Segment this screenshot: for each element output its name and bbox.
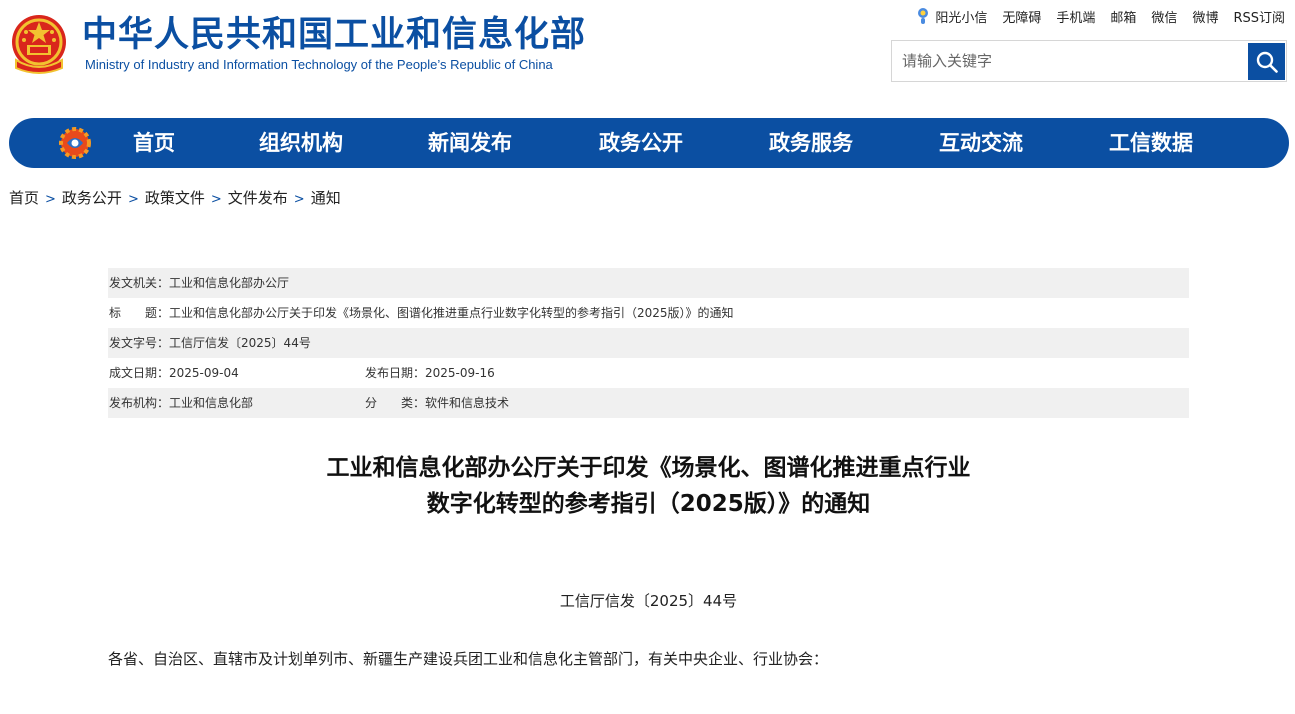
- info-row-doc-number: 发文字号：工信厅信发〔2025〕44号: [108, 328, 1189, 358]
- top-link-mobile[interactable]: 手机端: [1056, 7, 1095, 26]
- top-link-mail[interactable]: 邮箱: [1110, 7, 1136, 26]
- category-label: 分 类：: [365, 396, 426, 410]
- site-title-english: Ministry of Industry and Information Tec…: [85, 57, 553, 72]
- written-date-value: 2025-09-04: [169, 366, 239, 380]
- top-links: 阳光小信 无障碍 手机端 邮箱 微信 微博 RSS订阅: [915, 6, 1285, 26]
- doc-number-label: 发文字号：: [109, 336, 170, 350]
- site-title[interactable]: 中华人民共和国工业和信息化部: [82, 14, 586, 56]
- nav-item-government-services[interactable]: 政务服务: [769, 118, 853, 168]
- written-date-label: 成文日期：: [109, 366, 170, 380]
- national-emblem-icon: [12, 15, 66, 74]
- top-link-sunshine[interactable]: 阳光小信: [915, 6, 987, 26]
- breadcrumb-separator: >: [210, 192, 222, 207]
- breadcrumb-file-release[interactable]: 文件发布: [228, 189, 288, 207]
- article-title-line-1: 工业和信息化部办公厅关于印发《场景化、图谱化推进重点行业: [326, 455, 971, 481]
- search-box: [891, 40, 1287, 82]
- document-info-table: 发文机关：工业和信息化部办公厅 标 题：工业和信息化部办公厅关于印发《场景化、图…: [108, 268, 1189, 418]
- top-link-accessibility[interactable]: 无障碍: [1002, 7, 1041, 26]
- nav-item-organization[interactable]: 组织机构: [259, 118, 343, 168]
- title-value: 工业和信息化部办公厅关于印发《场景化、图谱化推进重点行业数字化转型的参考指引（2…: [169, 306, 734, 320]
- issuer-value: 工业和信息化部办公厅: [169, 276, 290, 290]
- main-nav: 首页 组织机构 新闻发布 政务公开 政务服务 互动交流 工信数据: [9, 118, 1289, 168]
- nav-item-news[interactable]: 新闻发布: [428, 118, 512, 168]
- org-value: 工业和信息化部: [169, 396, 254, 410]
- info-row-issuer: 发文机关：工业和信息化部办公厅: [108, 268, 1189, 298]
- search-input[interactable]: [892, 41, 1244, 81]
- breadcrumb-separator: >: [45, 192, 56, 207]
- mascot-icon: [918, 8, 929, 24]
- breadcrumb-separator: >: [293, 192, 305, 207]
- breadcrumb-notice[interactable]: 通知: [311, 189, 341, 207]
- miit-logo-icon: [59, 127, 91, 159]
- top-link-rss[interactable]: RSS订阅: [1233, 7, 1285, 26]
- article-body-cutoff: [140, 700, 1180, 714]
- title-label: 标 题：: [109, 306, 170, 320]
- article-title-line-2: 数字化转型的参考指引（2025版）》的通知: [426, 491, 871, 517]
- article-doc-number: 工信厅信发〔2025〕44号: [559, 592, 738, 610]
- nav-item-home[interactable]: 首页: [133, 118, 175, 168]
- article-title: 工业和信息化部办公厅关于印发《场景化、图谱化推进重点行业 数字化转型的参考指引（…: [108, 450, 1189, 522]
- published-date-value: 2025-09-16: [425, 366, 495, 380]
- nav-item-government-affairs[interactable]: 政务公开: [599, 118, 683, 168]
- search-icon: [1256, 51, 1278, 73]
- top-link-label: 阳光小信: [935, 10, 988, 26]
- breadcrumb-home[interactable]: 首页: [9, 189, 39, 207]
- article-salutation: 各省、自治区、直辖市及计划单列市、新疆生产建设兵团工业和信息化主管部门，有关中央…: [108, 650, 829, 668]
- breadcrumb-government-affairs[interactable]: 政务公开: [62, 189, 122, 207]
- breadcrumb: 首页 > 政务公开 > 政策文件 > 文件发布 > 通知: [9, 188, 341, 210]
- doc-number-value: 工信厅信发〔2025〕44号: [169, 336, 311, 350]
- nav-item-data[interactable]: 工信数据: [1109, 118, 1193, 168]
- breadcrumb-policy-documents[interactable]: 政策文件: [145, 189, 205, 207]
- breadcrumb-separator: >: [127, 192, 139, 207]
- info-row-dates: 成文日期：2025-09-04 发布日期：2025-09-16: [108, 358, 1189, 388]
- category-value: 软件和信息技术: [425, 396, 510, 410]
- published-date-label: 发布日期：: [365, 366, 426, 380]
- search-button[interactable]: [1248, 43, 1285, 80]
- nav-item-interaction[interactable]: 互动交流: [939, 118, 1023, 168]
- org-label: 发布机构：: [109, 396, 170, 410]
- info-row-org: 发布机构：工业和信息化部 分 类：软件和信息技术: [108, 388, 1189, 418]
- top-link-weibo[interactable]: 微博: [1192, 7, 1218, 26]
- top-link-wechat[interactable]: 微信: [1151, 7, 1177, 26]
- issuer-label: 发文机关：: [109, 276, 170, 290]
- info-row-title: 标 题：工业和信息化部办公厅关于印发《场景化、图谱化推进重点行业数字化转型的参考…: [108, 298, 1189, 328]
